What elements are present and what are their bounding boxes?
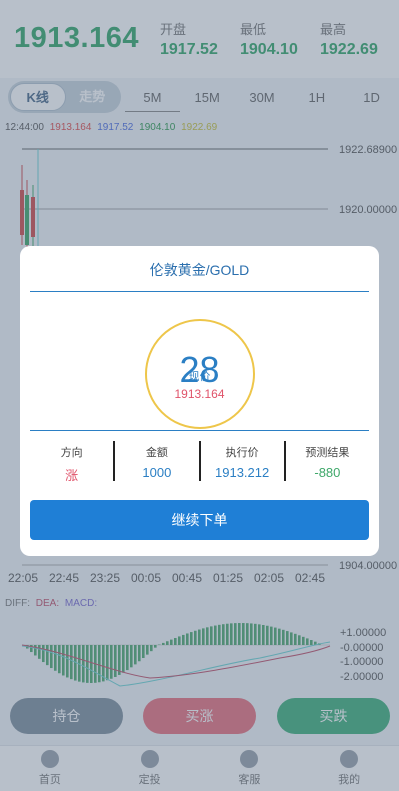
result-cell: 预测结果 -880 — [286, 441, 369, 481]
amount-cell: 金额 1000 — [115, 441, 201, 481]
direction-value: 涨 — [65, 468, 79, 483]
exec-price-cell: 执行价 1913.212 — [201, 441, 286, 481]
direction-cell: 方向 涨 — [30, 441, 116, 483]
amount-label: 金额 — [145, 447, 168, 459]
order-detail-row: 方向 涨 金额 1000 执行价 1913.212 预测结果 -880 — [30, 441, 369, 483]
modal-current-price: 1913.164 — [174, 387, 225, 401]
modal-divider — [30, 291, 369, 292]
continue-order-button[interactable]: 继续下单 — [30, 500, 369, 540]
order-result-modal: 伦敦黄金/GOLD 28 现价 1913.164 方向 涨 金额 1000 执行… — [20, 246, 379, 556]
result-label: 预测结果 — [305, 447, 350, 459]
exec-price-value: 1913.212 — [215, 465, 270, 480]
direction-label: 方向 — [60, 447, 83, 459]
modal-title: 伦敦黄金/GOLD — [149, 262, 250, 278]
result-value: -880 — [314, 465, 341, 480]
amount-value: 1000 — [142, 465, 172, 480]
exec-price-label: 执行价 — [225, 447, 259, 459]
current-price-label: 现价 — [188, 371, 211, 383]
modal-divider — [30, 430, 369, 431]
